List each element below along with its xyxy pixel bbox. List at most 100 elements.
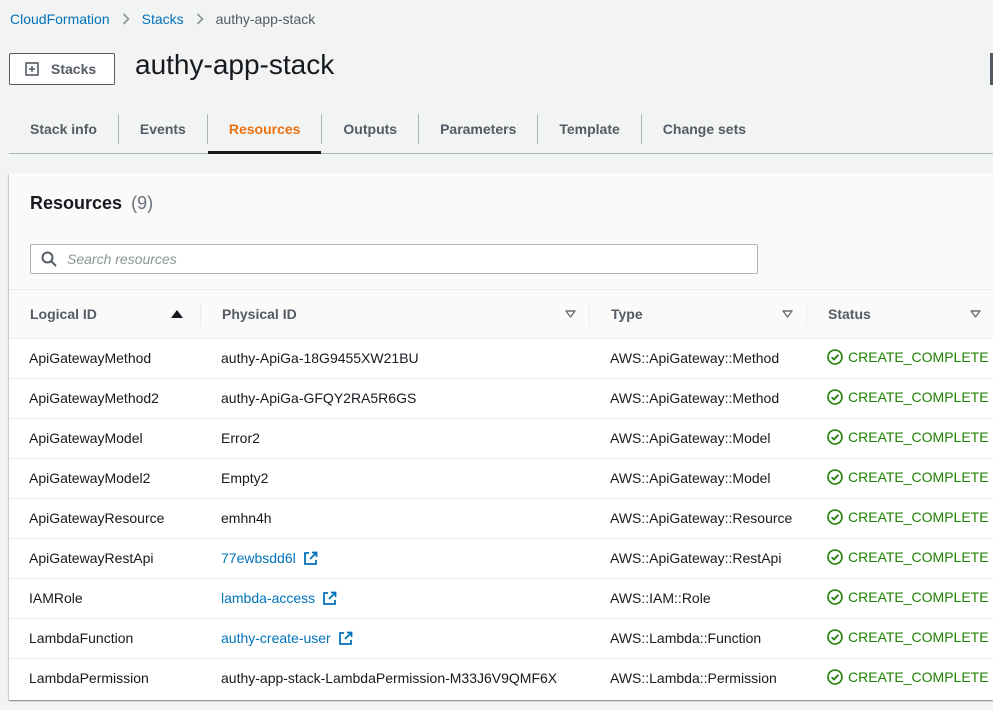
caret-down-outline-icon	[782, 310, 793, 318]
tab-bar: Stack info Events Resources Outputs Para…	[9, 104, 993, 154]
check-circle-icon	[827, 548, 843, 565]
physical-id-link[interactable]: authy-create-user	[221, 630, 353, 646]
tab-stack-info[interactable]: Stack info	[9, 104, 118, 153]
status-cell: CREATE_COMPLETE	[807, 338, 993, 379]
plus-square-icon	[25, 62, 39, 76]
status-badge: CREATE_COMPLETE	[827, 669, 989, 685]
status-cell: CREATE_COMPLETE	[807, 458, 993, 499]
physical-id-cell: Empty2	[201, 458, 590, 499]
column-header-label: Physical ID	[222, 305, 297, 322]
type-cell: AWS::ApiGateway::Model	[590, 458, 807, 499]
check-circle-icon	[827, 348, 843, 365]
physical-id-text: authy-ApiGa-18G9455XW21BU	[221, 350, 419, 366]
resources-panel: Resources (9) Logical ID	[9, 173, 993, 700]
table-row: ApiGatewayResource emhn4h AWS::ApiGateway:…	[9, 498, 993, 539]
status-text: CREATE_COMPLETE	[848, 348, 989, 365]
status-cell: CREATE_COMPLETE	[807, 618, 993, 659]
physical-id-text: Error2	[221, 430, 260, 446]
status-cell: CREATE_COMPLETE	[807, 378, 993, 419]
external-link-icon	[322, 591, 337, 606]
status-cell: CREATE_COMPLETE	[807, 578, 993, 619]
breadcrumb-current: authy-app-stack	[215, 11, 316, 27]
table-row: ApiGatewayMethod authy-ApiGa-18G9455XW21B…	[9, 338, 993, 379]
table-header-row: Logical ID Physical ID Type Status	[9, 290, 993, 339]
table-row: ApiGatewayMethod2 authy-ApiGa-GFQY2RA5R6G…	[9, 378, 993, 419]
type-cell: AWS::ApiGateway::Method	[590, 338, 807, 379]
status-cell: CREATE_COMPLETE	[807, 418, 993, 459]
status-badge: CREATE_COMPLETE	[827, 469, 989, 485]
type-cell: AWS::IAM::Role	[590, 578, 807, 619]
resources-table: Logical ID Physical ID Type Status ApiGa…	[9, 290, 993, 698]
status-text: CREATE_COMPLETE	[848, 468, 989, 485]
column-header-label: Status	[828, 305, 871, 322]
caret-down-outline-icon	[565, 310, 576, 318]
status-badge: CREATE_COMPLETE	[827, 629, 989, 645]
breadcrumb-stacks[interactable]: Stacks	[142, 11, 184, 27]
column-header-type[interactable]: Type	[590, 290, 807, 339]
logical-id-cell: LambdaPermission	[29, 670, 149, 687]
check-circle-icon	[827, 588, 843, 605]
physical-id-text: emhn4h	[221, 510, 272, 526]
check-circle-icon	[827, 628, 843, 645]
status-badge: CREATE_COMPLETE	[827, 429, 989, 445]
resources-title-text: Resources	[30, 193, 123, 213]
table-row: LambdaPermission authy-app-stack-LambdaPe…	[9, 658, 993, 698]
tab-events[interactable]: Events	[119, 104, 207, 153]
search-icon	[41, 251, 57, 267]
table-row: LambdaFunction authy-create-user AWS::Lamb…	[9, 618, 993, 659]
type-cell: AWS::Lambda::Function	[590, 618, 807, 659]
check-circle-icon	[827, 508, 843, 525]
caret-down-outline-icon	[970, 310, 981, 318]
logical-id-cell: IAMRole	[9, 578, 201, 619]
type-cell: AWS::ApiGateway::Method	[590, 378, 807, 419]
type-cell: AWS::ApiGateway::Resource	[590, 498, 807, 539]
physical-id-link[interactable]: 77ewbsdd6l	[221, 550, 318, 566]
type-cell: AWS::ApiGateway::Model	[590, 418, 807, 459]
physical-id-cell: emhn4h	[201, 498, 590, 539]
search-box	[30, 244, 758, 274]
physical-id-cell: authy-create-user	[201, 618, 590, 659]
breadcrumb-cloudformation[interactable]: CloudFormation	[10, 11, 110, 27]
tab-change-sets[interactable]: Change sets	[642, 104, 767, 153]
table-row: ApiGatewayModel Error2 AWS::ApiGateway::Mo…	[9, 418, 993, 459]
type-cell: AWS::ApiGateway::RestApi	[590, 538, 807, 579]
column-header-status[interactable]: Status	[807, 290, 993, 339]
resources-panel-header: Resources (9)	[9, 173, 993, 290]
column-header-physical-id[interactable]: Physical ID	[201, 290, 590, 339]
tab-parameters[interactable]: Parameters	[419, 104, 537, 153]
status-badge: CREATE_COMPLETE	[827, 389, 989, 405]
status-text: CREATE_COMPLETE	[848, 508, 989, 525]
status-text: CREATE_COMPLETE	[848, 588, 989, 605]
status-badge: CREATE_COMPLETE	[827, 349, 989, 365]
table-row: IAMRole lambda-access AWS::IAM::Role CREATE…	[9, 578, 993, 619]
external-link-icon	[303, 551, 318, 566]
stacks-button-label: Stacks	[51, 61, 97, 77]
check-circle-icon	[827, 428, 843, 445]
physical-id-text: authy-ApiGa-GFQY2RA5R6GS	[221, 390, 417, 406]
status-badge: CREATE_COMPLETE	[827, 589, 989, 605]
logical-id-cell: ApiGatewayMethod2	[9, 378, 201, 419]
caret-up-filled-icon	[171, 309, 183, 318]
check-circle-icon	[827, 388, 843, 405]
check-circle-icon	[827, 668, 843, 685]
physical-id-link[interactable]: lambda-access	[221, 590, 337, 606]
type-cell: AWS::Lambda::Permission	[610, 670, 777, 687]
logical-id-cell: ApiGatewayMethod	[9, 338, 201, 379]
search-input[interactable]	[67, 251, 727, 267]
physical-id-text: authy-create-user	[221, 630, 331, 646]
physical-id-text: 77ewbsdd6l	[221, 550, 296, 566]
status-text: CREATE_COMPLETE	[848, 668, 989, 685]
logical-id-cell: ApiGatewayRestApi	[9, 538, 201, 579]
tab-outputs[interactable]: Outputs	[322, 104, 418, 153]
logical-id-cell: ApiGatewayModel	[9, 418, 201, 459]
physical-id-cell: 77ewbsdd6l	[201, 538, 590, 579]
column-header-logical-id[interactable]: Logical ID	[9, 290, 201, 339]
column-header-label: Type	[611, 305, 643, 322]
physical-id-cell: authy-app-stack-LambdaPermission-M33J6V9…	[201, 658, 590, 698]
physical-id-cell: Error2	[201, 418, 590, 459]
stacks-button[interactable]: Stacks	[9, 53, 115, 85]
status-text: CREATE_COMPLETE	[848, 388, 989, 405]
external-link-icon	[338, 631, 353, 646]
tab-template[interactable]: Template	[538, 104, 640, 153]
tab-resources[interactable]: Resources	[207, 104, 322, 154]
